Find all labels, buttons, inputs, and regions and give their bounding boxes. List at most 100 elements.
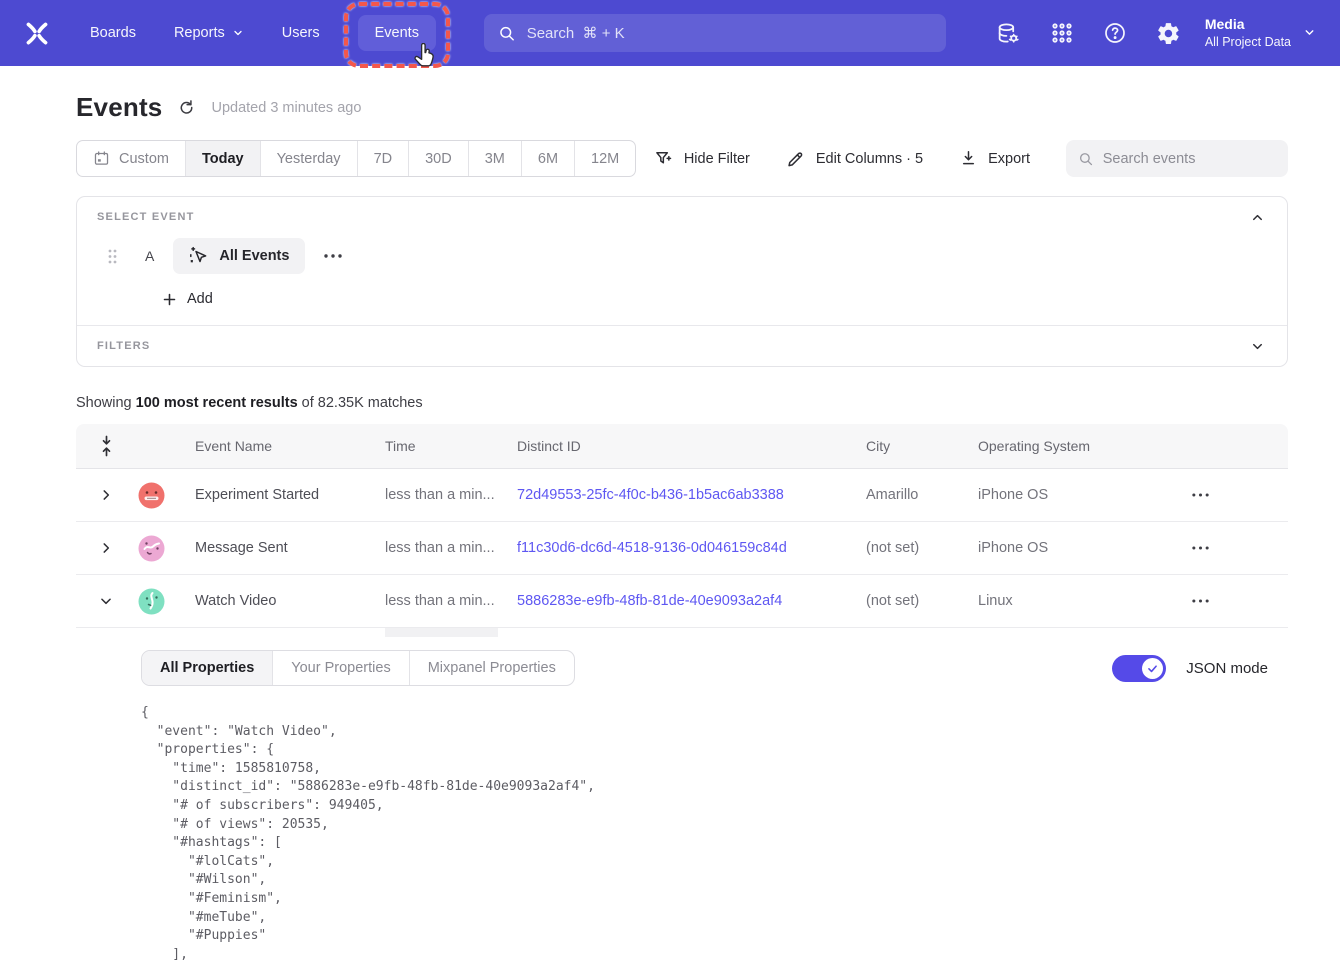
help-icon[interactable] xyxy=(1103,21,1127,45)
hand-cursor-icon xyxy=(413,43,436,73)
project-subtitle: All Project Data xyxy=(1205,34,1291,51)
table-row-expanded: Watch Video less than a min... 5886283e-… xyxy=(76,575,1288,628)
table-row: Message Sent less than a min... f11c30d6… xyxy=(76,522,1288,575)
sort-button[interactable] xyxy=(100,435,113,457)
os-cell: iPhone OS xyxy=(978,540,1183,556)
updated-timestamp: Updated 3 minutes ago xyxy=(211,100,361,116)
city-cell: Amarillo xyxy=(866,487,978,503)
project-selector[interactable]: Media All Project Data xyxy=(1205,15,1316,51)
export-label: Export xyxy=(988,151,1030,167)
expand-row-button[interactable] xyxy=(99,541,113,555)
expand-filters-button[interactable] xyxy=(1250,339,1265,359)
select-event-section: SELECT EVENT A xyxy=(77,197,1287,325)
pencil-icon xyxy=(786,149,806,169)
nav-item-users[interactable]: Users xyxy=(282,25,320,41)
time-cell-hover-hint xyxy=(385,628,498,637)
col-header-os[interactable]: Operating System xyxy=(978,438,1183,454)
date-range-30d[interactable]: 30D xyxy=(409,141,469,176)
sort-arrows-icon xyxy=(100,435,113,457)
row-more-button[interactable] xyxy=(1183,492,1288,498)
search-events-input[interactable] xyxy=(1103,151,1276,167)
os-cell: iPhone OS xyxy=(978,487,1183,503)
results-suffix: of 82.35K matches xyxy=(298,395,423,411)
search-events-box[interactable] xyxy=(1066,140,1288,177)
event-name-cell: Message Sent xyxy=(195,540,385,556)
col-header-event-name[interactable]: Event Name xyxy=(195,438,385,454)
chevron-up-icon xyxy=(1250,210,1265,225)
date-range-label: Custom xyxy=(119,151,169,167)
results-highlight: 100 most recent results xyxy=(136,395,298,411)
properties-tabs: All Properties Your Properties Mixpanel … xyxy=(141,650,575,686)
date-range-3m[interactable]: 3M xyxy=(469,141,522,176)
col-header-distinct-id[interactable]: Distinct ID xyxy=(517,438,866,454)
tab-mixpanel-properties[interactable]: Mixpanel Properties xyxy=(410,651,574,685)
date-range-7d[interactable]: 7D xyxy=(358,141,410,176)
navbar-icon-group xyxy=(996,21,1181,46)
global-search-bar[interactable] xyxy=(484,14,946,52)
chevron-down-icon xyxy=(1303,26,1316,39)
add-event-button[interactable]: Add xyxy=(162,291,1267,307)
distinct-id-link[interactable]: f11c30d6-dc6d-4518-9136-0d046159c84d xyxy=(517,540,866,556)
collapse-row-button[interactable] xyxy=(99,594,113,608)
mixpanel-logo-icon[interactable] xyxy=(22,18,52,48)
ellipsis-icon xyxy=(1191,492,1210,498)
hide-filter-label: Hide Filter xyxy=(684,151,750,167)
settings-gear-icon[interactable] xyxy=(1156,21,1181,46)
date-range-today[interactable]: Today xyxy=(186,141,261,176)
page-title: Events xyxy=(76,92,162,123)
date-range-yesterday[interactable]: Yesterday xyxy=(261,141,358,176)
apps-grid-icon[interactable] xyxy=(1050,21,1074,45)
col-header-city[interactable]: City xyxy=(866,438,978,454)
filters-section: FILTERS xyxy=(77,325,1287,366)
global-search-input[interactable] xyxy=(527,25,932,42)
date-range-12m[interactable]: 12M xyxy=(575,141,635,176)
row-more-button[interactable] xyxy=(1183,545,1288,551)
export-button[interactable]: Export xyxy=(959,149,1030,168)
nav-item-boards[interactable]: Boards xyxy=(90,25,136,41)
ellipsis-icon xyxy=(323,253,343,259)
date-range-custom[interactable]: Custom xyxy=(77,141,186,176)
chevron-down-icon xyxy=(232,27,244,39)
data-governance-icon[interactable] xyxy=(996,21,1021,46)
time-cell: less than a min... xyxy=(385,487,517,503)
refresh-icon xyxy=(177,98,196,117)
distinct-id-link[interactable]: 5886283e-e9fb-48fb-81de-40e9093a2af4 xyxy=(517,593,866,609)
primary-nav: Boards Reports Users Events xyxy=(90,15,462,51)
chevron-down-icon xyxy=(99,594,113,608)
distinct-id-link[interactable]: 72d49553-25fc-4f0c-b436-1b5ac6ab3388 xyxy=(517,487,866,503)
drag-handle-icon xyxy=(107,248,118,265)
search-icon xyxy=(1078,150,1094,168)
filters-label: FILTERS xyxy=(97,340,1267,352)
event-name-cell: Experiment Started xyxy=(195,487,385,503)
top-navbar: Boards Reports Users Events xyxy=(0,0,1340,66)
chevron-down-icon xyxy=(1250,339,1265,354)
event-avatar xyxy=(138,535,195,562)
event-selector-label: All Events xyxy=(219,248,289,264)
event-selector-button[interactable]: All Events xyxy=(173,238,305,274)
event-detail-panel: All Properties Your Properties Mixpanel … xyxy=(76,628,1288,964)
event-row-letter: A xyxy=(145,248,154,264)
tab-all-properties[interactable]: All Properties xyxy=(142,651,273,685)
edit-columns-button[interactable]: Edit Columns · 5 xyxy=(786,149,923,169)
col-header-time[interactable]: Time xyxy=(385,438,517,454)
table-header-row: Event Name Time Distinct ID City Operati… xyxy=(76,424,1288,469)
drag-handle[interactable] xyxy=(107,248,118,265)
event-row-more-button[interactable] xyxy=(323,253,343,259)
row-more-button[interactable] xyxy=(1183,598,1288,604)
date-range-6m[interactable]: 6M xyxy=(522,141,575,176)
refresh-button[interactable] xyxy=(177,98,196,117)
json-mode-toggle[interactable] xyxy=(1112,655,1166,682)
ellipsis-icon xyxy=(1191,545,1210,551)
search-icon xyxy=(498,24,516,43)
collapse-section-button[interactable] xyxy=(1250,210,1265,230)
calendar-icon xyxy=(93,150,110,167)
edit-columns-label: Edit Columns · 5 xyxy=(816,151,923,167)
query-builder-card: SELECT EVENT A xyxy=(76,196,1288,367)
hide-filter-button[interactable]: Hide Filter xyxy=(654,149,750,169)
funnel-plus-icon xyxy=(654,149,674,169)
tab-your-properties[interactable]: Your Properties xyxy=(273,651,409,685)
expand-row-button[interactable] xyxy=(99,488,113,502)
download-icon xyxy=(959,149,978,168)
nav-item-reports[interactable]: Reports xyxy=(174,25,244,41)
os-cell: Linux xyxy=(978,593,1183,609)
